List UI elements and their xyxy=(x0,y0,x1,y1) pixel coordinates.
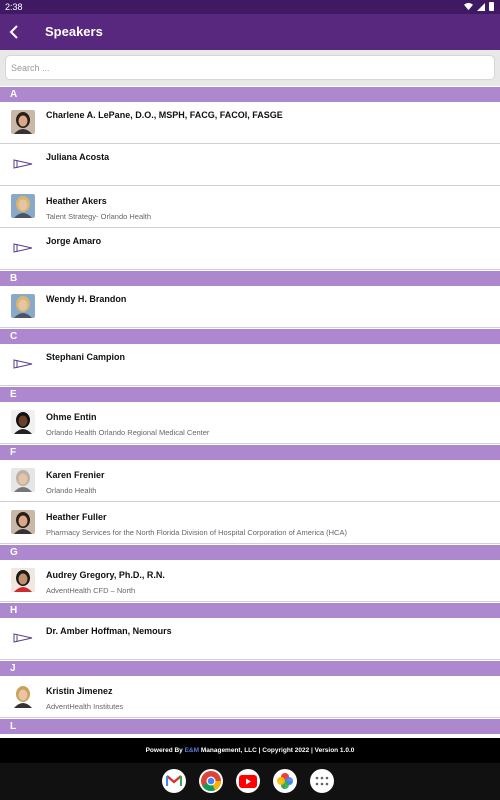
speaker-row[interactable]: Heather Fuller Pharmacy Services for the … xyxy=(0,502,500,544)
search-bar: Search ... xyxy=(0,50,500,86)
system-nav-bar xyxy=(0,763,500,800)
section-header-h: H xyxy=(0,602,500,618)
speaker-organization: AdventHealth Institutes xyxy=(46,702,124,711)
battery-icon xyxy=(489,2,494,11)
wifi-icon xyxy=(464,2,473,11)
footer: Powered By E&M Management, LLC | Copyrig… xyxy=(0,738,500,763)
status-time: 2:38 xyxy=(5,2,23,12)
speaker-row[interactable]: Charlene A. LePane, D.O., MSPH, FACG, FA… xyxy=(0,102,500,144)
section-header-f: F xyxy=(0,444,500,460)
speaker-name: Audrey Gregory, Ph.D., R.N. xyxy=(46,570,165,580)
speaker-name: Wendy H. Brandon xyxy=(46,294,127,304)
signal-icon xyxy=(477,2,485,11)
speaker-organization: Pharmacy Services for the North Florida … xyxy=(46,528,347,537)
app-drawer-icon[interactable] xyxy=(310,769,334,793)
section-header-c: C xyxy=(0,328,500,344)
speaker-name: Dr. Amber Hoffman, Nemours xyxy=(46,626,172,636)
speaker-row[interactable]: Dr. Amber Hoffman, Nemours xyxy=(0,618,500,660)
app-bar: Speakers xyxy=(0,14,500,50)
footer-brand: E&M xyxy=(184,747,200,754)
app-screen: 2:38 Speakers Search ... A Charlene A. Le… xyxy=(0,0,500,800)
footer-prefix: Powered By xyxy=(145,747,185,754)
speaker-list[interactable]: A Charlene A. LePane, D.O., MSPH, FACG, F… xyxy=(0,86,500,738)
speaker-row[interactable]: Ohme Entin Orlando Health Orlando Regiona… xyxy=(0,402,500,444)
app-dock xyxy=(162,769,334,793)
search-input[interactable]: Search ... xyxy=(5,55,495,80)
photos-icon[interactable] xyxy=(273,769,297,793)
status-bar: 2:38 xyxy=(0,0,500,14)
speaker-row[interactable]: Stephani Campion xyxy=(0,344,500,386)
status-icons xyxy=(464,2,494,11)
speaker-row[interactable]: Jorge Amaro xyxy=(0,228,500,270)
section-header-j: J xyxy=(0,660,500,676)
speaker-row[interactable]: Juliana Acosta xyxy=(0,144,500,186)
speaker-row[interactable]: Kristin Jimenez AdventHealth Institutes xyxy=(0,676,500,718)
speaker-name: Jorge Amaro xyxy=(46,236,102,246)
speaker-organization: Talent Strategy- Orlando Health xyxy=(46,212,152,221)
speaker-organization: AdventHealth CFD – North xyxy=(46,586,136,595)
chrome-icon[interactable] xyxy=(199,769,223,793)
speaker-row[interactable]: Karen Frenier Orlando Health xyxy=(0,460,500,502)
page-title: Speakers xyxy=(45,24,103,39)
section-header-a: A xyxy=(0,86,500,102)
speaker-name: Karen Frenier xyxy=(46,470,105,480)
section-header-b: B xyxy=(0,270,500,286)
speaker-organization: Orlando Health Orlando Regional Medical … xyxy=(46,428,210,437)
section-header-l: L xyxy=(0,718,500,734)
speaker-name: Heather Akers xyxy=(46,196,107,206)
speaker-row[interactable]: Audrey Gregory, Ph.D., R.N. AdventHealth … xyxy=(0,560,500,602)
speaker-row[interactable]: Wendy H. Brandon xyxy=(0,286,500,328)
speaker-name: Juliana Acosta xyxy=(46,152,110,162)
back-arrow-icon[interactable] xyxy=(6,23,24,41)
speaker-name: Ohme Entin xyxy=(46,412,97,422)
speaker-name: Heather Fuller xyxy=(46,512,107,522)
speaker-name: Kristin Jimenez xyxy=(46,686,113,696)
speaker-name: Charlene A. LePane, D.O., MSPH, FACG, FA… xyxy=(46,110,283,120)
speaker-name: Stephani Campion xyxy=(46,352,126,362)
section-header-e: E xyxy=(0,386,500,402)
youtube-icon[interactable] xyxy=(236,769,260,793)
gmail-icon[interactable] xyxy=(162,769,186,793)
footer-text: Management, LLC | Copyright 2022 | Versi… xyxy=(199,747,355,754)
speaker-organization: Orlando Health xyxy=(46,486,97,495)
section-header-g: G xyxy=(0,544,500,560)
speaker-row[interactable]: Heather Akers Talent Strategy- Orlando He… xyxy=(0,186,500,228)
